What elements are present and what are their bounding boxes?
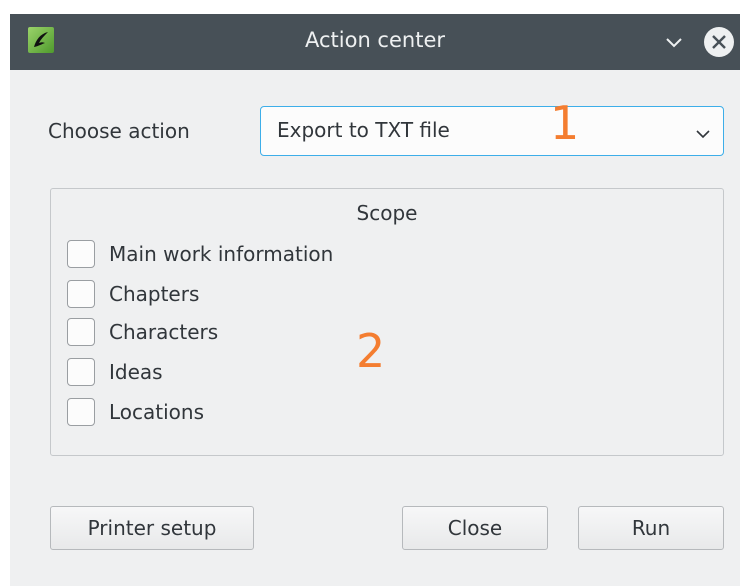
checkbox[interactable] xyxy=(67,398,95,426)
scope-option-characters[interactable]: Characters xyxy=(67,317,218,347)
close-button[interactable]: Close xyxy=(402,506,548,550)
action-select[interactable]: Export to TXT file xyxy=(260,106,724,156)
checkbox[interactable] xyxy=(67,318,95,346)
choose-action-label: Choose action xyxy=(48,119,190,143)
action-center-dialog: Action center Choose action Export to TX… xyxy=(10,14,740,586)
title-bar[interactable]: Action center xyxy=(10,14,740,70)
scope-option-locations[interactable]: Locations xyxy=(67,397,204,427)
annotation-marker-1: 1 xyxy=(550,96,580,150)
printer-setup-button[interactable]: Printer setup xyxy=(50,506,254,550)
annotation-marker-2: 2 xyxy=(356,324,386,378)
checkbox-label: Chapters xyxy=(109,282,200,306)
scope-group: Scope Main work information Chapters Cha… xyxy=(50,188,724,456)
action-select-value: Export to TXT file xyxy=(277,118,450,142)
scope-option-chapters[interactable]: Chapters xyxy=(67,279,199,309)
checkbox[interactable] xyxy=(67,358,95,386)
checkbox[interactable] xyxy=(67,280,95,308)
chevron-down-icon xyxy=(695,125,711,144)
scope-title: Scope xyxy=(356,201,418,225)
chevron-down-icon[interactable] xyxy=(662,31,686,55)
checkbox-label: Locations xyxy=(109,400,205,424)
close-icon[interactable] xyxy=(704,27,734,57)
checkbox[interactable] xyxy=(67,240,95,268)
run-button[interactable]: Run xyxy=(578,506,724,550)
checkbox-label: Ideas xyxy=(109,360,163,384)
scope-option-ideas[interactable]: Ideas xyxy=(67,357,163,387)
checkbox-label: Main work information xyxy=(109,242,334,266)
window-title: Action center xyxy=(304,28,445,52)
checkbox-label: Characters xyxy=(109,320,219,344)
scope-option-main-work-information[interactable]: Main work information xyxy=(67,239,333,269)
